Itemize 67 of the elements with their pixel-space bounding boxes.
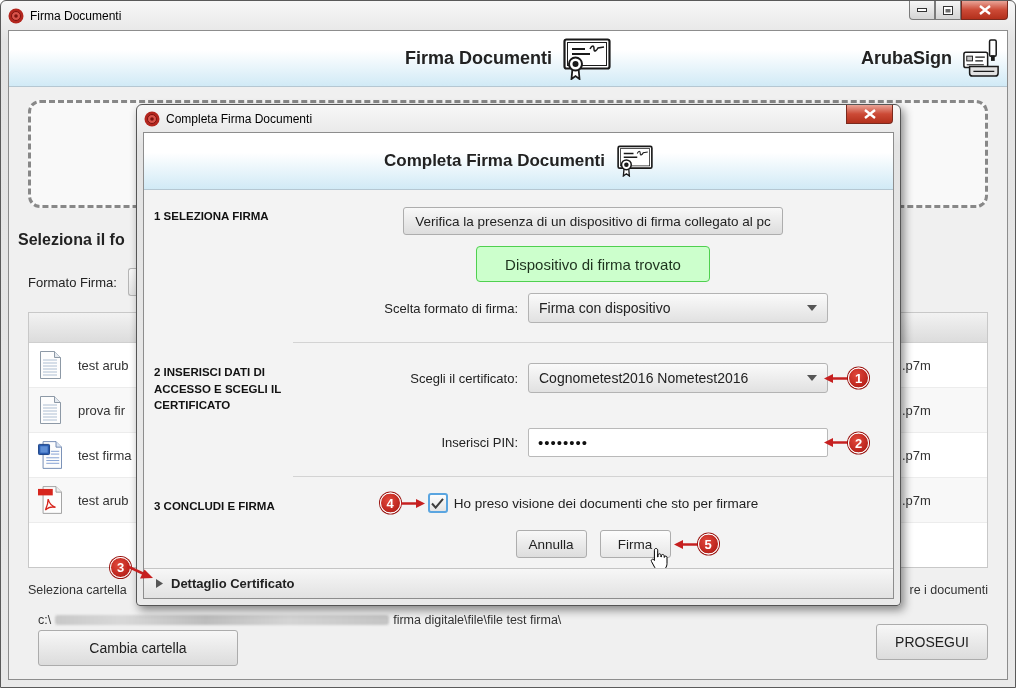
file-name-end: .p7m (902, 357, 932, 373)
callout-badge: 5 (697, 533, 719, 555)
file-name-end: .p7m (902, 492, 932, 508)
file-name: test arub (78, 492, 129, 508)
maximize-button[interactable] (935, 1, 961, 20)
brand-name: ArubaSign (861, 48, 952, 69)
check-device-button[interactable]: Verifica la presenza di un dispositivo di firma collegato al pc (403, 207, 783, 235)
field-label: Scelta formato di firma: (384, 300, 518, 316)
text-file-icon (38, 351, 62, 379)
file-name-end: .p7m (902, 447, 932, 463)
pdf-file-icon (38, 486, 62, 514)
callout-badge: 2 (848, 432, 869, 453)
file-name: test arub (78, 357, 129, 373)
certificate-icon (563, 37, 611, 80)
format-label: Formato Firma: (28, 274, 118, 290)
path-text: firma digitale\file\file test firma\ (393, 612, 562, 628)
section-heading: Seleziona il fo (18, 230, 125, 250)
card-reader-icon (962, 38, 1000, 79)
checkbox-label[interactable]: Ho preso visione dei documenti che sto per firmare (453, 495, 759, 511)
close-button[interactable] (846, 105, 893, 124)
dropdown[interactable]: Firma con dispositivo (528, 293, 828, 323)
seal-icon (144, 110, 160, 127)
section-label: 1 SELEZIONA FIRMA (154, 209, 270, 224)
callout-badge: 1 (848, 367, 869, 389)
maximize-icon (943, 5, 953, 15)
folder-label: Seleziona cartella (28, 582, 127, 598)
details-toggle[interactable]: Dettaglio Certificato (144, 568, 893, 598)
file-name: prova fir (78, 402, 125, 418)
callout-arrow (824, 373, 848, 383)
dialog-heading: Completa Firma Documenti (383, 151, 605, 171)
callout-arrow (400, 498, 425, 508)
close-icon (978, 5, 991, 15)
checkbox[interactable] (427, 493, 448, 513)
certificate-icon (617, 145, 653, 177)
disclosure-triangle-icon (156, 579, 163, 588)
close-icon (863, 109, 876, 119)
field-label: Inserisci PIN: (441, 435, 518, 450)
folder-hint: re i documenti (909, 582, 988, 598)
callout-arrow (127, 565, 153, 579)
file-name-end: .p7m (902, 402, 932, 418)
seal-icon (8, 7, 24, 24)
sign-button[interactable]: Firma (599, 530, 671, 558)
field-label: Scegli il certificato: (410, 370, 518, 386)
pin-field[interactable]: •••••••• (528, 428, 828, 457)
page-title: Firma Documenti (405, 48, 552, 69)
change-folder-button[interactable]: Cambia cartella (38, 630, 238, 666)
callout-arrow (673, 539, 698, 549)
window-title: Firma Documenti (30, 8, 122, 23)
continue-button[interactable]: PROSEGUI (876, 624, 988, 660)
text-file-icon (38, 396, 62, 424)
dropdown[interactable]: Cognometest2016 Nometest2016 (528, 363, 828, 393)
minimize-button[interactable] (909, 1, 935, 20)
section-label: 2 INSERISCI DATI DI ACCESSO E SCEGLI IL CERTIFICATO (154, 365, 282, 413)
caret-icon (807, 375, 817, 381)
callout-badge: 4 (379, 492, 401, 514)
hand-cursor-icon (649, 547, 668, 571)
close-button[interactable] (961, 1, 1008, 20)
dialog-title: Completa Firma Documenti (166, 111, 313, 126)
word-file-icon (38, 441, 62, 469)
cancel-button[interactable]: Annulla (515, 530, 587, 558)
section-label: 3 CONCLUDI E FIRMA (154, 499, 276, 514)
callout-arrow (824, 437, 848, 448)
path-text: c:\ (38, 612, 52, 628)
file-name: test firma (78, 447, 132, 463)
check-icon (431, 497, 445, 509)
minimize-icon (917, 8, 927, 12)
status-message: Dispositivo di firma trovato (476, 246, 710, 282)
